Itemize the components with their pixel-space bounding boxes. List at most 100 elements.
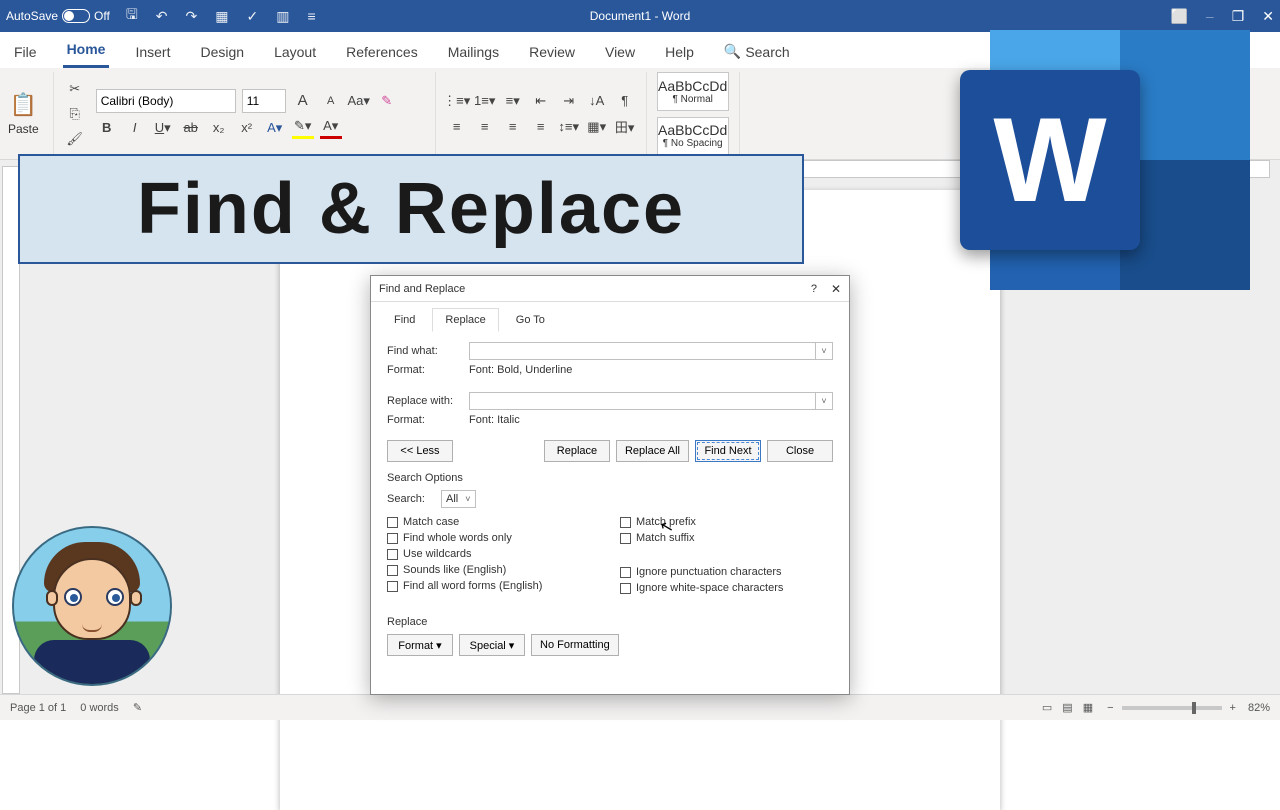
zoom-in-icon[interactable]: + [1230, 702, 1236, 714]
autosave-toggle[interactable]: AutoSave Off [6, 9, 110, 23]
font-size-select[interactable] [242, 89, 286, 113]
change-case-icon[interactable]: Aa▾ [348, 90, 370, 112]
tab-insert[interactable]: Insert [131, 38, 174, 68]
underline-icon[interactable]: U▾ [152, 117, 174, 139]
find-replace-dialog: Find and Replace ? ✕ Find Replace Go To … [370, 275, 850, 695]
sort-icon[interactable]: ↓A [586, 90, 608, 112]
tab-search[interactable]: 🔍 Search [720, 37, 794, 68]
tab-design[interactable]: Design [196, 38, 248, 68]
zoom-slider[interactable] [1122, 706, 1222, 710]
paragraph-icon[interactable]: ≡ [307, 8, 315, 24]
print-layout-icon[interactable]: ▤ [1062, 701, 1072, 714]
proofing-icon[interactable]: ✎ [133, 701, 142, 714]
multilevel-icon[interactable]: ≡▾ [502, 90, 524, 112]
table-icon[interactable]: ▦ [215, 8, 228, 25]
status-bar: Page 1 of 1 0 words ✎ ▭ ▤ ▦ − + 82% [0, 694, 1280, 720]
subscript-icon[interactable]: x₂ [208, 117, 230, 139]
text-effects-icon[interactable]: A▾ [264, 117, 286, 139]
check-ignore-space[interactable]: Ignore white-space characters [620, 582, 833, 594]
paste-icon[interactable]: 📋 [8, 92, 39, 118]
footer-title: Replace [387, 616, 833, 628]
borders-icon[interactable]: 田▾ [614, 116, 636, 138]
word-logo: W [960, 20, 1250, 310]
line-spacing-icon[interactable]: ↕≡▾ [558, 116, 580, 138]
strikethrough-icon[interactable]: ab [180, 117, 202, 139]
find-next-button[interactable]: Find Next [695, 440, 761, 462]
replace-with-input[interactable] [469, 392, 833, 410]
bullets-icon[interactable]: ⋮≡▾ [446, 90, 468, 112]
highlight-icon[interactable]: ✎▾ [292, 117, 314, 139]
check-match-suffix[interactable]: Match suffix [620, 532, 833, 544]
web-layout-icon[interactable]: ▦ [1083, 701, 1093, 714]
word-count[interactable]: 0 words [80, 702, 119, 714]
page-count[interactable]: Page 1 of 1 [10, 702, 66, 714]
format-button[interactable]: Format ▾ [387, 634, 453, 656]
tab-view[interactable]: View [601, 38, 639, 68]
find-format-value: Font: Bold, Underline [469, 364, 572, 376]
italic-icon[interactable]: I [124, 117, 146, 139]
align-left-icon[interactable]: ≡ [446, 116, 468, 138]
no-formatting-button[interactable]: No Formatting [531, 634, 619, 656]
tab-file[interactable]: File [10, 38, 41, 68]
numbering-icon[interactable]: 1≡▾ [474, 90, 496, 112]
superscript-icon[interactable]: x² [236, 117, 258, 139]
find-what-input[interactable] [469, 342, 833, 360]
tab-home[interactable]: Home [63, 35, 110, 68]
tab-help[interactable]: Help [661, 38, 698, 68]
tab-references[interactable]: References [342, 38, 422, 68]
style-nospacing[interactable]: AaBbCcDd ¶ No Spacing [657, 117, 729, 156]
cut-icon[interactable]: ✂ [64, 78, 86, 100]
dialog-help-icon[interactable]: ? [811, 283, 817, 295]
spellcheck-icon[interactable]: ✓ [246, 8, 258, 25]
replace-all-button[interactable]: Replace All [616, 440, 689, 462]
decrease-indent-icon[interactable]: ⇤ [530, 90, 552, 112]
close-button[interactable]: Close [767, 440, 833, 462]
special-button[interactable]: Special ▾ [459, 634, 525, 656]
dialog-tab-find[interactable]: Find [381, 308, 428, 332]
tab-mailings[interactable]: Mailings [444, 38, 503, 68]
columns-icon[interactable]: ▥ [276, 8, 289, 25]
show-paragraph-icon[interactable]: ¶ [614, 90, 636, 112]
dialog-tab-replace[interactable]: Replace [432, 308, 498, 332]
check-wildcards[interactable]: Use wildcards [387, 548, 600, 560]
check-word-forms[interactable]: Find all word forms (English) [387, 580, 600, 592]
check-match-case[interactable]: Match case [387, 516, 600, 528]
banner-overlay: Find & Replace [18, 154, 804, 264]
redo-icon[interactable]: ↷ [186, 8, 198, 25]
tab-layout[interactable]: Layout [270, 38, 320, 68]
check-ignore-punct[interactable]: Ignore punctuation characters [620, 566, 833, 578]
banner-text: Find & Replace [137, 168, 685, 250]
close-icon[interactable]: ✕ [1262, 8, 1274, 25]
read-mode-icon[interactable]: ▭ [1042, 701, 1052, 714]
shrink-font-icon[interactable]: A [320, 90, 342, 112]
increase-indent-icon[interactable]: ⇥ [558, 90, 580, 112]
style-normal[interactable]: AaBbCcDd ¶ Normal [657, 72, 729, 111]
align-center-icon[interactable]: ≡ [474, 116, 496, 138]
align-right-icon[interactable]: ≡ [502, 116, 524, 138]
search-options-title: Search Options [387, 472, 833, 484]
save-icon[interactable]: 🖫 [126, 4, 138, 28]
copy-icon[interactable]: ⎘ [64, 103, 86, 125]
tab-review[interactable]: Review [525, 38, 579, 68]
paste-label[interactable]: Paste [8, 122, 39, 136]
check-whole-words[interactable]: Find whole words only [387, 532, 600, 544]
dialog-tab-goto[interactable]: Go To [503, 308, 558, 332]
replace-button[interactable]: Replace [544, 440, 610, 462]
less-button[interactable]: << Less [387, 440, 453, 462]
check-sounds-like[interactable]: Sounds like (English) [387, 564, 600, 576]
search-icon: 🔍 [724, 43, 741, 60]
undo-icon[interactable]: ↶ [156, 8, 168, 25]
font-color-icon[interactable]: A▾ [320, 117, 342, 139]
clear-format-icon[interactable]: ✎ [376, 90, 398, 112]
zoom-out-icon[interactable]: − [1107, 702, 1113, 714]
shading-icon[interactable]: ▦▾ [586, 116, 608, 138]
search-direction-select[interactable]: All [441, 490, 476, 508]
bold-icon[interactable]: B [96, 117, 118, 139]
grow-font-icon[interactable]: A [292, 90, 314, 112]
font-name-select[interactable] [96, 89, 236, 113]
zoom-value[interactable]: 82% [1248, 702, 1270, 714]
format-painter-icon[interactable]: 🖌 [64, 128, 86, 150]
check-match-prefix[interactable]: Match prefix [620, 516, 833, 528]
dialog-close-icon[interactable]: ✕ [831, 282, 841, 296]
justify-icon[interactable]: ≡ [530, 116, 552, 138]
